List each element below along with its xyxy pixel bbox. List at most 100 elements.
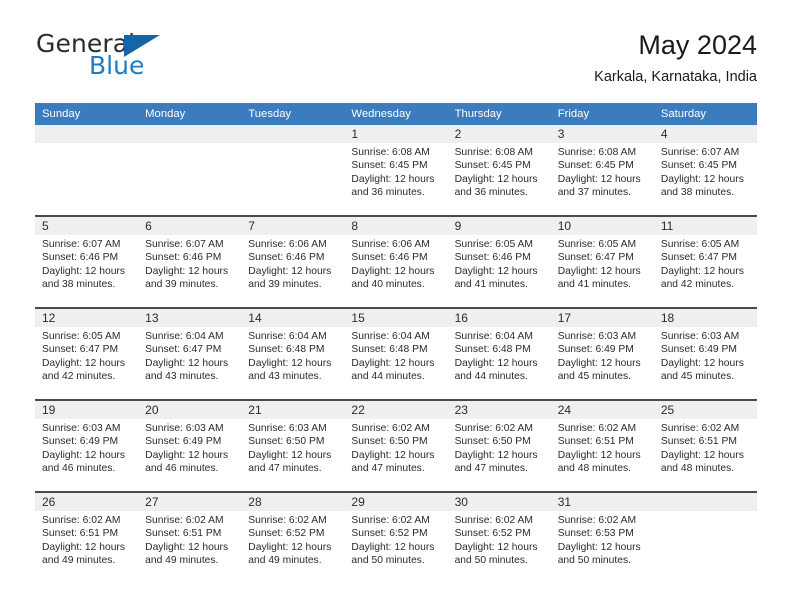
daylight-text-line2: and 49 minutes. [145,554,219,566]
day-cell[interactable]: 31 Sunrise: 6:02 AM Sunset: 6:53 PM Dayl… [550,491,654,583]
day-cell[interactable]: 8 Sunrise: 6:06 AM Sunset: 6:46 PM Dayli… [344,215,448,308]
page-subtitle: Karkala, Karnataka, India [594,69,757,85]
daylight-text-line1: Daylight: 12 hours [660,357,744,369]
daylight-text-line1: Daylight: 12 hours [248,265,332,277]
day-cell[interactable]: 9 Sunrise: 6:05 AM Sunset: 6:46 PM Dayli… [447,215,551,308]
day-cell[interactable]: 21 Sunrise: 6:03 AM Sunset: 6:50 PM Dayl… [241,399,345,492]
day-cell[interactable] [138,125,242,216]
day-cell[interactable]: 19 Sunrise: 6:03 AM Sunset: 6:49 PM Dayl… [35,399,139,492]
day-details: Sunrise: 6:02 AM Sunset: 6:50 PM Dayligh… [448,419,551,475]
sunset-text: Sunset: 6:48 PM [454,344,531,356]
daylight-text-line1: Daylight: 12 hours [351,265,435,277]
weekday-header-thursday: Thursday [447,103,551,125]
page-header: General Blue May 2024 Karkala, Karnataka… [35,28,757,94]
day-cell[interactable]: 17 Sunrise: 6:03 AM Sunset: 6:49 PM Dayl… [550,307,654,400]
sunset-text: Sunset: 6:46 PM [42,252,119,264]
day-cell[interactable] [241,125,345,216]
day-details: Sunrise: 6:02 AM Sunset: 6:51 PM Dayligh… [551,419,654,475]
brand-logo[interactable]: General Blue [35,28,295,90]
day-cell[interactable]: 28 Sunrise: 6:02 AM Sunset: 6:52 PM Dayl… [241,491,345,583]
day-details: Sunrise: 6:07 AM Sunset: 6:46 PM Dayligh… [35,235,138,291]
day-cell[interactable] [653,491,757,583]
day-cell[interactable]: 1 Sunrise: 6:08 AM Sunset: 6:45 PM Dayli… [344,125,448,216]
day-cell[interactable]: 6 Sunrise: 6:07 AM Sunset: 6:46 PM Dayli… [138,215,242,308]
day-cell[interactable]: 23 Sunrise: 6:02 AM Sunset: 6:50 PM Dayl… [447,399,551,492]
day-number: 17 [550,309,654,327]
daylight-text-line2: and 50 minutes. [557,554,631,566]
brand-name-blue: Blue [89,51,145,80]
day-cell[interactable] [35,125,139,216]
sunset-text: Sunset: 6:46 PM [351,252,428,264]
day-details: Sunrise: 6:05 AM Sunset: 6:47 PM Dayligh… [654,235,757,291]
calendar-table: Sunday Monday Tuesday Wednesday Thursday… [35,103,757,583]
sunset-text: Sunset: 6:49 PM [660,344,737,356]
day-cell[interactable]: 10 Sunrise: 6:05 AM Sunset: 6:47 PM Dayl… [550,215,654,308]
daylight-text-line2: and 37 minutes. [557,186,631,198]
day-cell[interactable]: 12 Sunrise: 6:05 AM Sunset: 6:47 PM Dayl… [35,307,139,400]
day-details [241,143,344,146]
day-number: 18 [653,309,757,327]
daylight-text-line1: Daylight: 12 hours [660,173,744,185]
sunrise-text: Sunrise: 6:03 AM [42,423,121,434]
day-details: Sunrise: 6:03 AM Sunset: 6:50 PM Dayligh… [241,419,344,475]
day-number: 27 [138,493,242,511]
daylight-text-line2: and 45 minutes. [557,370,631,382]
day-cell[interactable]: 11 Sunrise: 6:05 AM Sunset: 6:47 PM Dayl… [653,215,757,308]
day-details: Sunrise: 6:05 AM Sunset: 6:47 PM Dayligh… [35,327,138,383]
daylight-text-line1: Daylight: 12 hours [557,449,641,461]
daylight-text-line2: and 47 minutes. [454,462,528,474]
daylight-text-line1: Daylight: 12 hours [454,357,538,369]
day-cell[interactable]: 14 Sunrise: 6:04 AM Sunset: 6:48 PM Dayl… [241,307,345,400]
day-cell[interactable]: 22 Sunrise: 6:02 AM Sunset: 6:50 PM Dayl… [344,399,448,492]
sunrise-text: Sunrise: 6:05 AM [660,239,740,250]
day-cell[interactable]: 27 Sunrise: 6:02 AM Sunset: 6:51 PM Dayl… [138,491,242,583]
day-number: 3 [550,125,654,143]
day-cell[interactable]: 29 Sunrise: 6:02 AM Sunset: 6:52 PM Dayl… [344,491,448,583]
daylight-text-line1: Daylight: 12 hours [145,265,229,277]
sunset-text: Sunset: 6:49 PM [557,344,634,356]
day-number [653,493,757,511]
day-cell[interactable]: 30 Sunrise: 6:02 AM Sunset: 6:52 PM Dayl… [447,491,551,583]
sunset-text: Sunset: 6:45 PM [351,160,428,172]
day-cell[interactable]: 24 Sunrise: 6:02 AM Sunset: 6:51 PM Dayl… [550,399,654,492]
day-details: Sunrise: 6:06 AM Sunset: 6:46 PM Dayligh… [241,235,344,291]
day-number: 14 [241,309,345,327]
day-cell[interactable]: 4 Sunrise: 6:07 AM Sunset: 6:45 PM Dayli… [653,125,757,216]
day-cell[interactable]: 13 Sunrise: 6:04 AM Sunset: 6:47 PM Dayl… [138,307,242,400]
day-details: Sunrise: 6:02 AM Sunset: 6:52 PM Dayligh… [344,511,447,567]
day-number: 25 [653,401,757,419]
day-cell[interactable]: 15 Sunrise: 6:04 AM Sunset: 6:48 PM Dayl… [344,307,448,400]
day-cell[interactable]: 25 Sunrise: 6:02 AM Sunset: 6:51 PM Dayl… [653,399,757,492]
day-details: Sunrise: 6:07 AM Sunset: 6:46 PM Dayligh… [138,235,241,291]
daylight-text-line1: Daylight: 12 hours [557,357,641,369]
daylight-text-line1: Daylight: 12 hours [145,449,229,461]
sunset-text: Sunset: 6:49 PM [42,436,119,448]
sunrise-text: Sunrise: 6:02 AM [351,515,430,526]
day-number: 13 [138,309,242,327]
sunset-text: Sunset: 6:47 PM [557,252,634,264]
day-number: 7 [241,217,345,235]
day-cell[interactable]: 26 Sunrise: 6:02 AM Sunset: 6:51 PM Dayl… [35,491,139,583]
day-number: 31 [550,493,654,511]
daylight-text-line1: Daylight: 12 hours [454,265,538,277]
day-number: 20 [138,401,242,419]
day-cell[interactable]: 18 Sunrise: 6:03 AM Sunset: 6:49 PM Dayl… [653,307,757,400]
day-cell[interactable]: 20 Sunrise: 6:03 AM Sunset: 6:49 PM Dayl… [138,399,242,492]
sunrise-text: Sunrise: 6:07 AM [42,239,121,250]
day-cell[interactable]: 2 Sunrise: 6:08 AM Sunset: 6:45 PM Dayli… [447,125,551,216]
day-number: 11 [653,217,757,235]
daylight-text-line1: Daylight: 12 hours [145,357,229,369]
day-cell[interactable]: 5 Sunrise: 6:07 AM Sunset: 6:46 PM Dayli… [35,215,139,308]
daylight-text-line1: Daylight: 12 hours [42,357,125,369]
sunrise-text: Sunrise: 6:05 AM [454,239,533,250]
day-details: Sunrise: 6:04 AM Sunset: 6:48 PM Dayligh… [241,327,344,383]
page-title: May 2024 [638,30,757,60]
daylight-text-line1: Daylight: 12 hours [454,449,538,461]
day-cell[interactable]: 16 Sunrise: 6:04 AM Sunset: 6:48 PM Dayl… [447,307,551,400]
day-details: Sunrise: 6:05 AM Sunset: 6:47 PM Dayligh… [551,235,654,291]
day-cell[interactable]: 3 Sunrise: 6:08 AM Sunset: 6:45 PM Dayli… [550,125,654,216]
sunrise-text: Sunrise: 6:03 AM [248,423,327,434]
sunset-text: Sunset: 6:51 PM [557,436,634,448]
sunset-text: Sunset: 6:47 PM [42,344,119,356]
day-cell[interactable]: 7 Sunrise: 6:06 AM Sunset: 6:46 PM Dayli… [241,215,345,308]
